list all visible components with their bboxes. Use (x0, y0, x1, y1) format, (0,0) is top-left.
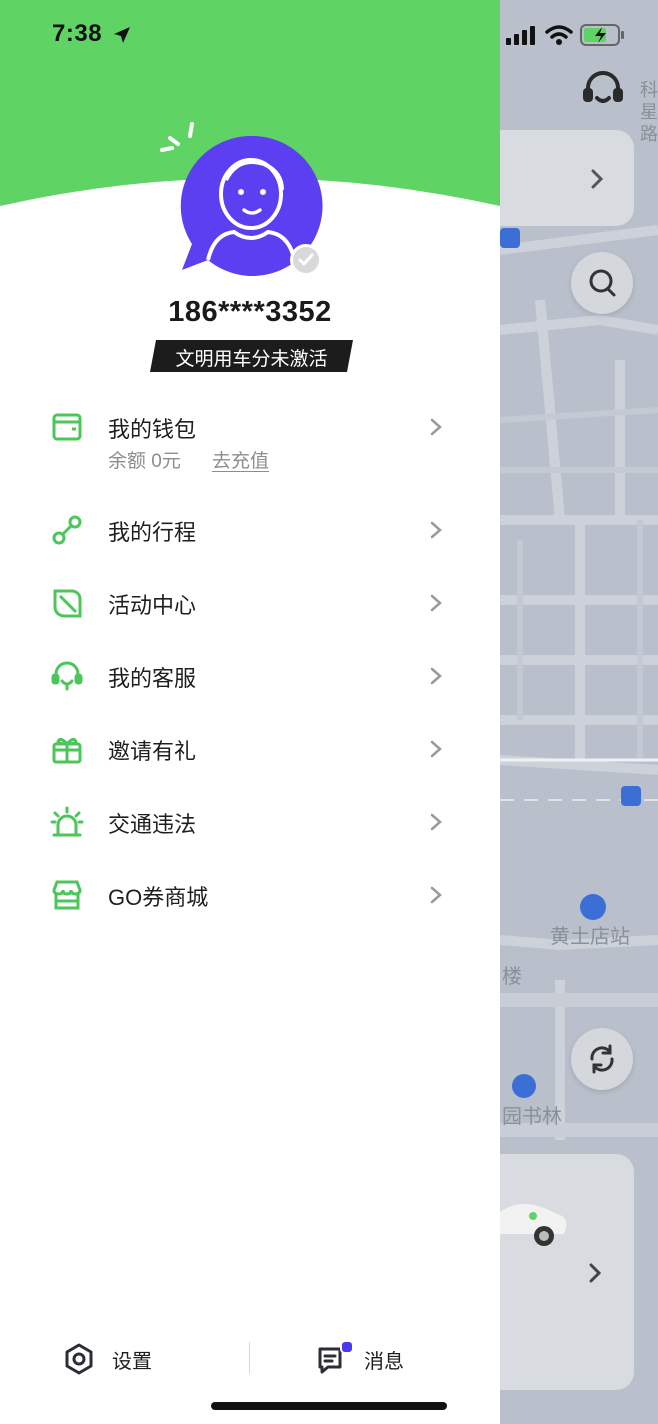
refresh-button[interactable] (571, 1028, 633, 1090)
refresh-icon (590, 1044, 614, 1074)
chevron-right-icon (430, 813, 442, 831)
messages-label: 消息 (364, 1350, 404, 1373)
menu-label: 我的钱包 (108, 417, 197, 442)
chevron-right-icon (430, 667, 442, 685)
map-building-label: 楼 (502, 964, 522, 988)
library-icon (512, 1074, 536, 1098)
wifi-icon (545, 25, 573, 45)
check-icon (298, 253, 314, 266)
menu-item-violations[interactable]: 交通违法 (0, 805, 500, 875)
chevron-right-icon (430, 418, 442, 436)
chevron-right-icon (430, 594, 442, 612)
menu-label: 我的客服 (108, 666, 197, 691)
messages-button[interactable]: 消息 (316, 1340, 404, 1376)
map-road-label: 科星路 (640, 80, 658, 145)
store-icon (52, 880, 82, 910)
cellular-signal-icon (506, 26, 535, 45)
menu-item-activities[interactable]: 活动中心 (0, 586, 500, 656)
menu-item-trips[interactable]: 我的行程 (0, 513, 500, 583)
chevron-right-icon (430, 740, 442, 758)
unread-dot (340, 1340, 354, 1354)
location-arrow-icon (114, 27, 130, 43)
bottom-divider (249, 1342, 250, 1374)
topup-link[interactable]: 去充值 (212, 446, 269, 473)
leaf-icon (53, 589, 82, 618)
credit-score-badge[interactable]: 文明用车分未激活 (150, 340, 353, 372)
drawer-bottom-bar: 设置 消息 (0, 1330, 500, 1390)
map-station-label: 黄土店站 (550, 924, 630, 948)
metro-station-icon (580, 894, 606, 920)
credit-score-text: 文明用车分未激活 (175, 349, 328, 370)
wallet-icon (52, 413, 82, 441)
chevron-right-icon (430, 886, 442, 904)
bus-stop-icon (621, 786, 641, 806)
headset-icon (51, 661, 83, 691)
search-icon (589, 269, 616, 297)
menu-item-invite[interactable]: 邀请有礼 (0, 732, 500, 802)
search-location-button[interactable] (571, 252, 633, 314)
home-indicator (211, 1402, 447, 1410)
user-phone: 186****3352 (168, 296, 332, 328)
menu-label: 我的行程 (108, 520, 197, 545)
battery-charging-icon (580, 24, 624, 46)
menu-label: GO券商城 (108, 885, 209, 910)
car-image (500, 1203, 567, 1246)
vehicle-card[interactable] (480, 1154, 634, 1390)
side-drawer: 7:38 186****3352 文明用车分未激活 我的钱包 余额 0元 去充值… (0, 0, 500, 1424)
route-icon (52, 515, 82, 545)
map-info-card[interactable] (480, 130, 634, 226)
customer-service-icon[interactable] (580, 68, 626, 119)
menu-label: 活动中心 (108, 593, 197, 618)
verified-badge (290, 244, 322, 276)
bus-stop-icon (500, 228, 520, 248)
menu-label: 交通违法 (108, 812, 197, 837)
settings-icon (65, 1343, 93, 1375)
settings-label: 设置 (112, 1350, 152, 1373)
chevron-right-icon (591, 169, 604, 189)
menu-item-coupon-mall[interactable]: GO券商城 (0, 878, 500, 948)
menu-item-service[interactable]: 我的客服 (0, 659, 500, 729)
gift-icon (52, 737, 82, 764)
chevron-right-icon (589, 1263, 602, 1283)
map-bookstore-label: 园书林 (502, 1104, 562, 1128)
settings-button[interactable]: 设置 (64, 1342, 152, 1376)
menu-label: 邀请有礼 (108, 739, 197, 764)
wallet-balance: 余额 0元 (108, 451, 181, 472)
siren-icon (50, 806, 84, 837)
status-time: 7:38 (52, 20, 103, 47)
chevron-right-icon (430, 521, 442, 539)
